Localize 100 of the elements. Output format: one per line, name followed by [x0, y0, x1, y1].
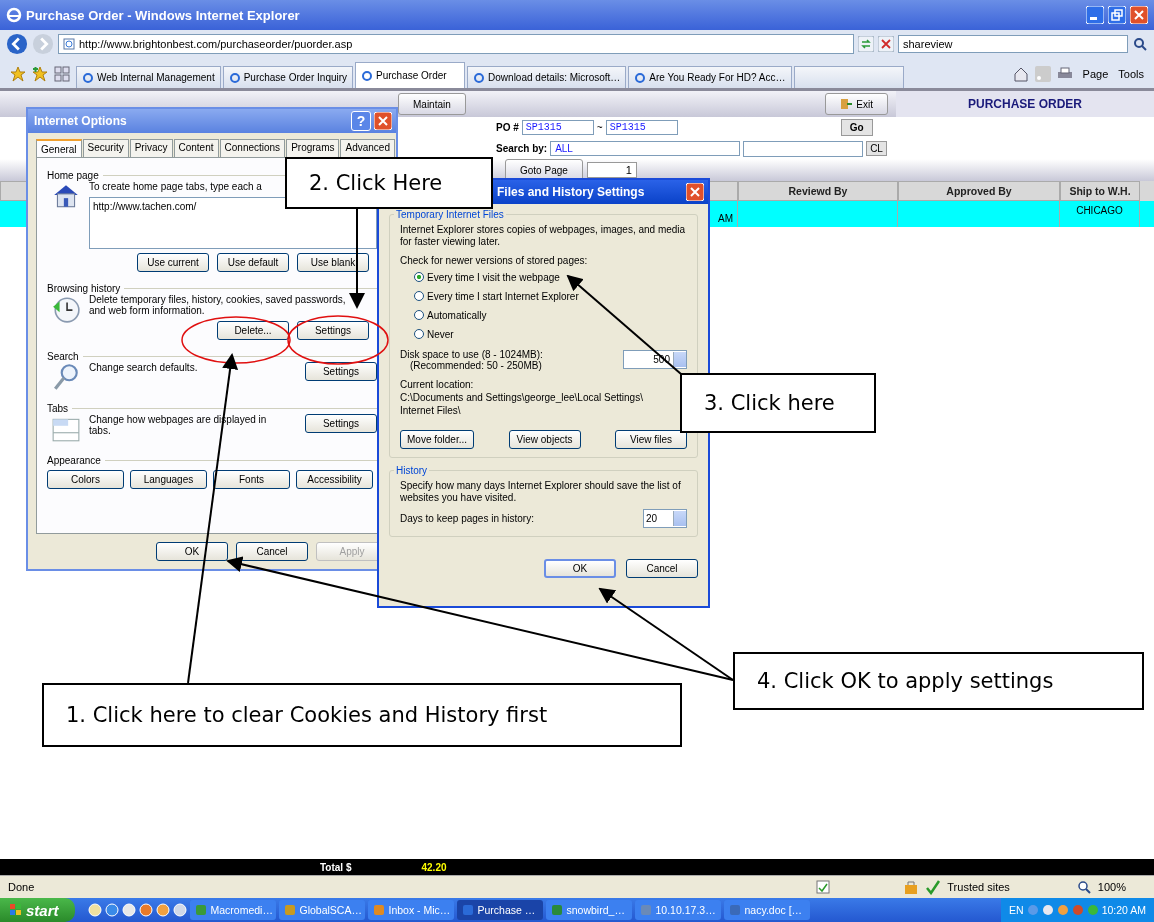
quick-tabs-icon[interactable] [54, 66, 70, 82]
maintain-button[interactable]: Maintain [398, 93, 466, 115]
check-label: Check for newer versions of stored pages: [400, 255, 588, 267]
back-icon[interactable] [6, 33, 28, 55]
dialog-button[interactable]: OK [156, 542, 228, 561]
dialog-tab[interactable]: Programs [286, 139, 340, 157]
clear-button[interactable]: CL [866, 141, 887, 156]
settings-button[interactable]: Settings [305, 413, 377, 433]
restore-icon[interactable] [1108, 6, 1126, 24]
tray-icon[interactable] [1041, 904, 1054, 916]
location-label: Current location: [400, 378, 474, 390]
taskbar-button[interactable]: nacy.doc [… [723, 900, 810, 920]
column-header[interactable]: Ship to W.H. [1060, 181, 1140, 201]
search-field[interactable]: shareview [898, 35, 1128, 53]
dialog-button[interactable]: Delete... [217, 320, 289, 340]
page-number-field[interactable]: 1 [586, 162, 637, 178]
dialog-button[interactable]: View objects [508, 430, 581, 449]
home-page-field[interactable]: http://www.tachen.com/ [89, 196, 377, 249]
dialog-tab[interactable]: Security [82, 139, 129, 157]
search-value-select[interactable] [743, 140, 864, 157]
po-to-field[interactable]: SP1315 [605, 120, 678, 135]
settings-button[interactable]: Settings [305, 361, 377, 381]
dialog-tab[interactable]: Connections [219, 139, 286, 157]
radio-option[interactable]: Never [400, 325, 454, 343]
dialog-tab[interactable]: Content [173, 139, 219, 157]
taskbar-button[interactable]: Purchase … [456, 900, 543, 920]
zoom-level[interactable]: 100% [1097, 881, 1126, 893]
dialog-button[interactable]: Cancel [236, 542, 308, 561]
close-icon[interactable] [374, 112, 392, 130]
section-heading: Search [47, 350, 79, 362]
quick-launch-icon[interactable] [104, 903, 119, 917]
browser-tab[interactable]: Are You Ready For HD? Acc… [628, 66, 792, 88]
taskbar-button[interactable]: snowbird_… [545, 900, 632, 920]
days-spinner[interactable]: 20 [643, 509, 687, 528]
new-tab[interactable] [793, 66, 904, 88]
browser-tab[interactable]: Download details: Microsoft… [467, 66, 627, 88]
dialog-button[interactable]: Use default [217, 252, 289, 272]
dialog-tab[interactable]: Privacy [129, 139, 173, 157]
goto-page-button[interactable]: Goto Page [505, 159, 583, 181]
refresh-icon[interactable] [858, 36, 874, 52]
browser-tab[interactable]: Web Internal Management [76, 66, 221, 88]
home-icon[interactable] [1012, 66, 1029, 82]
taskbar-button[interactable]: Inbox - Mic… [367, 900, 454, 920]
address-field[interactable]: http://www.brightonbest.com/purchaseorder/puorder.asp [58, 34, 854, 54]
dialog-button[interactable]: Move folder... [400, 430, 475, 449]
app-icon [461, 904, 474, 916]
total-label: Total $ [320, 861, 352, 873]
section-description: Change search defaults. [89, 361, 199, 373]
dialog-tab[interactable]: Advanced [340, 139, 395, 157]
radio-option[interactable]: Every time I visit the webpage [400, 268, 560, 286]
search-icon[interactable] [1132, 36, 1148, 52]
go-button[interactable]: Go [840, 119, 873, 136]
favorites-star-icon[interactable] [10, 66, 26, 82]
add-favorite-icon[interactable] [32, 66, 48, 82]
dialog-button[interactable]: Use blank [297, 252, 369, 272]
dialog-button[interactable]: OK [544, 559, 616, 578]
column-header[interactable]: Approved By [898, 181, 1060, 201]
exit-button[interactable]: Exit [825, 93, 888, 115]
column-header[interactable]: Reviewd By [738, 181, 898, 201]
po-label: PO # [496, 122, 519, 133]
appearance-button[interactable]: Accessibility [296, 469, 373, 489]
dialog-button[interactable]: View files [615, 430, 687, 449]
taskbar-button[interactable]: GlobalSCA… [278, 900, 365, 920]
dialog-button[interactable]: Settings [297, 320, 369, 340]
group-heading: History [394, 465, 430, 476]
language-indicator[interactable]: EN [1009, 904, 1024, 916]
app-icon [728, 904, 741, 916]
window-title: Purchase Order - Windows Internet Explorer [26, 7, 300, 23]
taskbar-button[interactable]: 10.10.17.3… [634, 900, 721, 920]
zoom-icon[interactable] [1075, 879, 1092, 895]
app-icon [372, 904, 385, 916]
po-from-field[interactable]: SP1315 [521, 120, 594, 135]
magnifier-icon [51, 361, 81, 392]
browser-tab[interactable]: Purchase Order [355, 62, 466, 88]
appearance-button[interactable]: Languages [130, 469, 207, 489]
radio-option[interactable]: Automatically [400, 306, 487, 324]
quick-launch-icon[interactable] [155, 903, 170, 917]
quick-launch-icon[interactable] [121, 903, 136, 917]
close-icon[interactable] [1130, 6, 1148, 24]
section-heading: Browsing history [47, 282, 121, 294]
app-icon [283, 904, 296, 916]
quick-launch-icon[interactable] [172, 903, 187, 917]
quick-launch-icon[interactable] [138, 903, 153, 917]
close-icon[interactable] [686, 183, 704, 201]
dialog-button[interactable]: Use current [137, 252, 209, 272]
stop-icon[interactable] [878, 36, 894, 52]
callout-box: 2. Click Here [285, 157, 493, 209]
command-menu[interactable]: Page [1082, 68, 1109, 80]
dialog-button[interactable]: Cancel [626, 559, 698, 578]
appearance-button[interactable]: Colors [47, 469, 124, 489]
radio-option[interactable]: Every time I start Internet Explorer [400, 287, 579, 305]
quick-launch-icon[interactable] [87, 903, 102, 917]
table-cell-text: AM [718, 212, 733, 224]
search-by-select[interactable]: ALL [550, 141, 741, 156]
taskbar-button[interactable]: Macromedi… [189, 900, 276, 920]
browser-tab[interactable]: Purchase Order Inquiry [222, 66, 354, 88]
dialog-tab[interactable]: General [36, 139, 82, 157]
command-menu[interactable]: Tools [1118, 68, 1144, 80]
appearance-button[interactable]: Fonts [213, 469, 290, 489]
minimize-icon[interactable] [1086, 6, 1104, 24]
